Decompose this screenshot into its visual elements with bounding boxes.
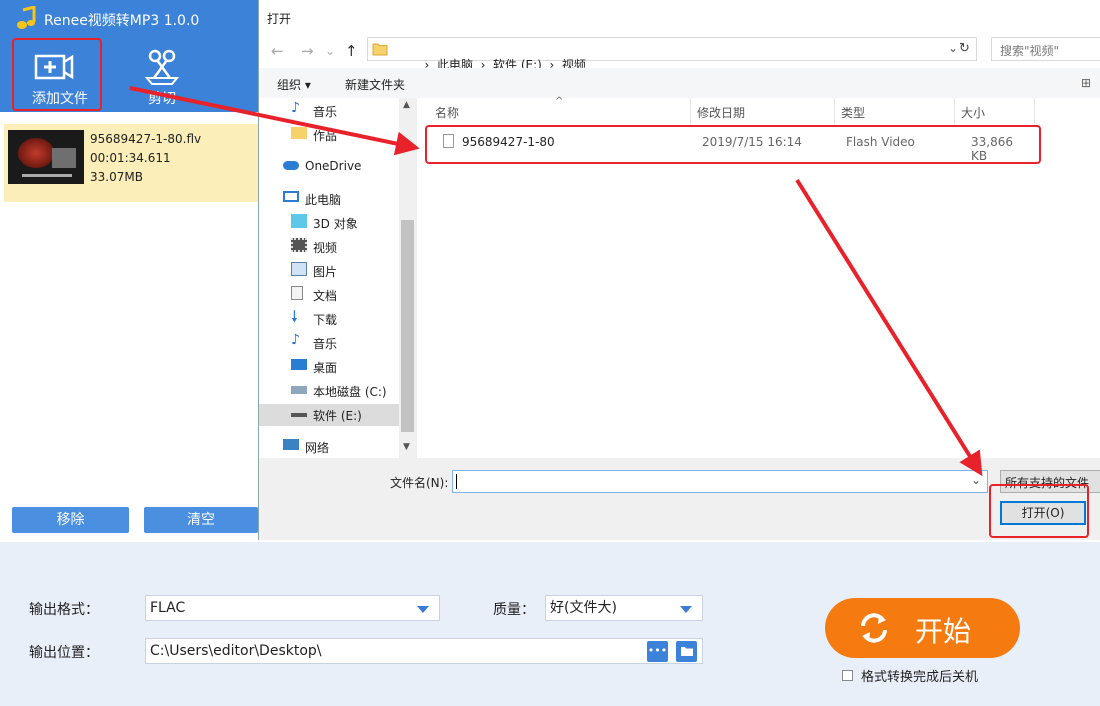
screen: Renee视频转MP3 1.0.0 添加文件 剪切 95689427-1-80.… bbox=[0, 0, 1100, 706]
annotation-arrows bbox=[129, 86, 983, 477]
arrow-to-file bbox=[129, 86, 420, 156]
arrow-to-open-button bbox=[795, 178, 983, 477]
